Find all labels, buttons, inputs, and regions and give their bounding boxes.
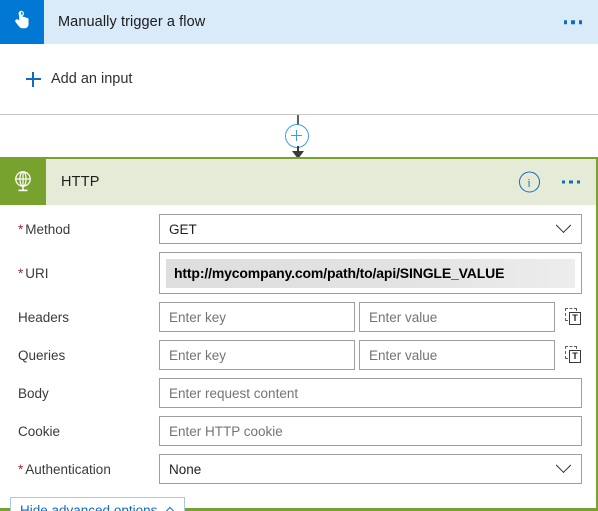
globe-icon: [0, 159, 46, 205]
field-row-queries: Queries Enter key Enter value T: [0, 339, 596, 371]
field-label-cookie: Cookie: [18, 423, 61, 439]
field-control-method: GET: [159, 214, 596, 244]
queries-keyvalue-group: Enter key Enter value: [159, 340, 555, 370]
field-label-authentication: * Authentication: [18, 461, 111, 477]
add-an-input-label: Add an input: [51, 71, 133, 87]
switch-to-text-mode-icon[interactable]: T: [565, 346, 582, 364]
hide-advanced-options-button[interactable]: Hide advanced options: [10, 497, 186, 511]
info-icon[interactable]: i: [518, 171, 540, 193]
authentication-select-value: None: [169, 461, 202, 477]
field-label-uri: * URI: [18, 265, 49, 281]
http-action-title: HTTP: [61, 174, 100, 190]
field-control-cookie: Enter HTTP cookie: [159, 416, 596, 446]
trigger-card-body: Add an input: [0, 44, 598, 114]
add-an-input-button[interactable]: Add an input: [26, 71, 132, 87]
trigger-more-menu-button[interactable]: [562, 14, 585, 30]
field-row-headers: Headers Enter key Enter value T: [0, 301, 596, 333]
required-asterisk: *: [18, 221, 24, 237]
authentication-select[interactable]: None: [159, 454, 582, 484]
uri-value-token: http://mycompany.com/path/to/api/SINGLE_…: [166, 258, 575, 288]
field-control-authentication: None: [159, 454, 596, 484]
headers-value-input[interactable]: Enter value: [359, 302, 555, 332]
field-row-uri: * URI http://mycompany.com/path/to/api/SI…: [0, 251, 596, 295]
method-select[interactable]: GET: [159, 214, 582, 244]
ellipsis-dot: [561, 180, 565, 184]
ellipsis-dot: [578, 20, 582, 24]
field-control-uri: http://mycompany.com/path/to/api/SINGLE_…: [159, 252, 596, 294]
headers-key-input[interactable]: Enter key: [159, 302, 355, 332]
ellipsis-dot: [571, 20, 575, 24]
field-label-queries: Queries: [18, 347, 66, 363]
plus-circle-icon[interactable]: [285, 124, 309, 148]
field-control-headers: Enter key Enter value T: [159, 302, 596, 332]
http-action-form: * Method GET * URI http://mycompany.com/pa…: [0, 205, 596, 511]
queries-key-input[interactable]: Enter key: [159, 340, 355, 370]
chevron-up-icon: [163, 506, 178, 511]
ellipsis-dot: [569, 180, 573, 184]
required-asterisk: *: [18, 265, 24, 281]
field-label-method: * Method: [18, 221, 71, 237]
required-asterisk: *: [18, 461, 24, 477]
field-row-body: Body Enter request content: [0, 377, 596, 409]
queries-value-input[interactable]: Enter value: [359, 340, 555, 370]
field-control-body: Enter request content: [159, 378, 596, 408]
field-row-method: * Method GET: [0, 213, 596, 245]
arrow-down-icon: [293, 146, 303, 159]
trigger-title: Manually trigger a flow: [58, 14, 206, 30]
trigger-card[interactable]: Manually trigger a flow Add an input: [0, 0, 598, 115]
field-row-authentication: * Authentication None: [0, 453, 596, 485]
advanced-options-area: Hide advanced options: [0, 491, 596, 511]
field-label-headers: Headers: [18, 309, 70, 325]
chevron-down-icon: [555, 456, 572, 473]
headers-keyvalue-group: Enter key Enter value: [159, 302, 555, 332]
hand-tap-icon: [0, 0, 44, 44]
method-select-value: GET: [169, 221, 197, 237]
cookie-input[interactable]: Enter HTTP cookie: [159, 416, 582, 446]
field-control-queries: Enter key Enter value T: [159, 340, 596, 370]
field-row-cookie: Cookie Enter HTTP cookie: [0, 415, 596, 447]
http-more-menu-button[interactable]: [560, 174, 583, 190]
hide-advanced-options-label: Hide advanced options: [20, 503, 158, 511]
ellipsis-dot: [576, 180, 580, 184]
body-input[interactable]: Enter request content: [159, 378, 582, 408]
http-header-actions: i: [518, 171, 583, 193]
http-card-header[interactable]: HTTP i: [0, 159, 596, 205]
uri-input[interactable]: http://mycompany.com/path/to/api/SINGLE_…: [159, 252, 582, 294]
ellipsis-dot: [563, 20, 567, 24]
flow-designer-canvas: Manually trigger a flow Add an input HTT…: [0, 0, 598, 511]
chevron-down-icon: [555, 216, 572, 233]
switch-to-text-mode-icon[interactable]: T: [565, 308, 582, 326]
flow-connector: [0, 115, 598, 159]
plus-icon: [26, 71, 41, 87]
field-label-body: Body: [18, 385, 49, 401]
http-action-card: HTTP i * Method GET * URI http://mycompa…: [0, 157, 598, 511]
trigger-card-header[interactable]: Manually trigger a flow: [0, 0, 598, 44]
